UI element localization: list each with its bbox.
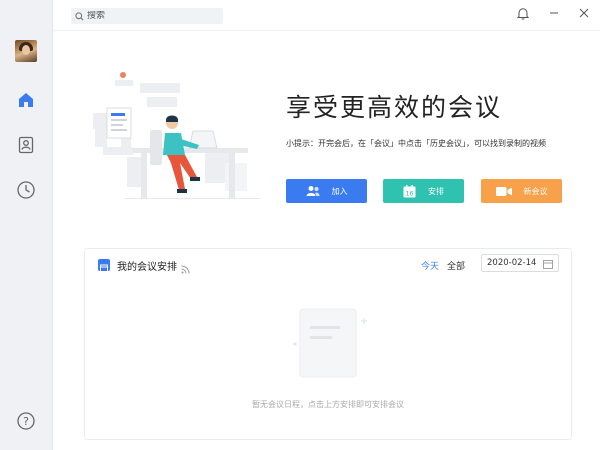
sidebar: ? — [0, 0, 53, 450]
panel-header: 我的会议安排 今天 全部 2020-02-14 — [85, 249, 571, 279]
join-button[interactable]: 加入 — [286, 179, 367, 203]
history-clock-icon[interactable] — [15, 179, 37, 201]
date-picker[interactable]: 2020-02-14 — [481, 254, 559, 272]
tab-all[interactable]: 全部 — [447, 259, 465, 272]
minimize-icon[interactable] — [543, 4, 565, 22]
hero-title: 享受更高效的会议 — [286, 93, 503, 122]
bell-icon[interactable] — [512, 4, 534, 22]
tab-today[interactable]: 今天 — [421, 259, 439, 272]
date-value: 2020-02-14 — [487, 258, 537, 268]
meetings-panel: 我的会议安排 今天 全部 2020-02-14 暂无会议日程，点击上方安排即可安… — [84, 248, 572, 440]
hero-tip: 小提示：开完会后，在「会议」中点击「历史会议」，可以找到录制的视频 — [286, 139, 546, 148]
avatar[interactable] — [15, 40, 37, 62]
empty-state-text: 暂无会议日程，点击上方安排即可安排会议 — [252, 400, 404, 409]
calendar-badge-icon — [98, 259, 110, 272]
new-meeting-button-label: 新会议 — [523, 186, 548, 196]
join-person-icon — [306, 186, 319, 196]
top-bar — [53, 0, 600, 31]
rss-icon[interactable] — [181, 259, 190, 278]
home-icon[interactable] — [15, 89, 37, 111]
close-icon[interactable] — [573, 4, 595, 22]
calendar-day-number: 16 — [405, 189, 413, 197]
hero-illustration — [85, 65, 265, 205]
new-meeting-button[interactable]: 新会议 — [481, 179, 562, 203]
schedule-button-label: 安排 — [428, 186, 444, 196]
join-button-label: 加入 — [331, 186, 348, 196]
calendar-16-icon: 16 — [403, 184, 416, 197]
avatar-face — [22, 45, 30, 55]
calendar-icon — [543, 260, 553, 269]
video-camera-icon — [495, 186, 512, 196]
search-box[interactable] — [71, 8, 223, 24]
empty-state-illustration — [292, 304, 372, 388]
svg-text:?: ? — [23, 415, 29, 428]
panel-title: 我的会议安排 — [117, 262, 177, 273]
search-input[interactable] — [87, 11, 217, 21]
search-icon — [75, 11, 84, 20]
schedule-button[interactable]: 16 安排 — [383, 179, 464, 203]
help-icon[interactable]: ? — [15, 410, 37, 432]
contacts-icon[interactable] — [15, 134, 37, 156]
